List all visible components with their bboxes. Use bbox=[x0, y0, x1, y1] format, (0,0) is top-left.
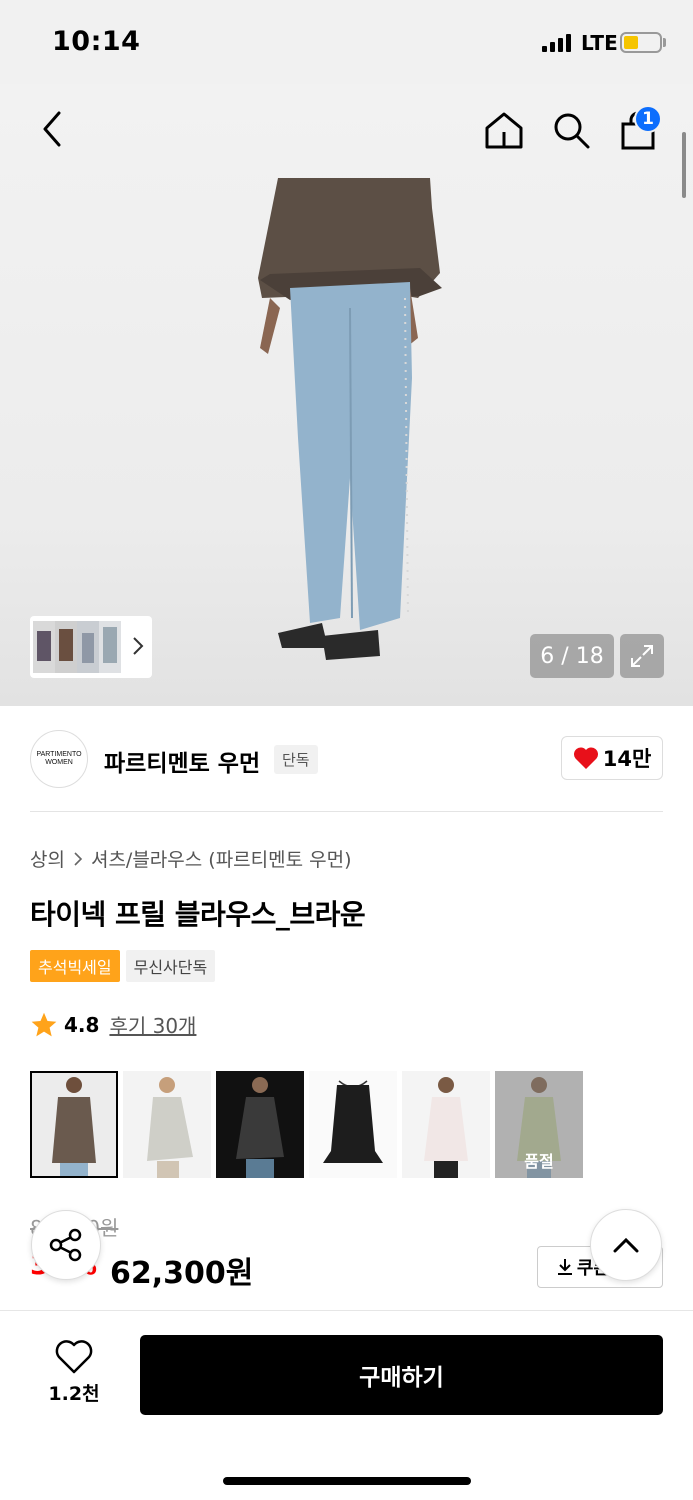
star-icon bbox=[31, 1012, 57, 1036]
brand-name[interactable]: 파르티멘토 우먼 bbox=[104, 744, 260, 778]
breadcrumb[interactable]: 상의 셔츠/블라우스 (파르티멘토 우먼) bbox=[30, 845, 352, 872]
color-options: 품절 bbox=[30, 1071, 583, 1178]
share-button[interactable] bbox=[31, 1210, 101, 1280]
share-icon bbox=[49, 1228, 82, 1262]
color-option[interactable] bbox=[30, 1071, 118, 1178]
mini-thumbnail bbox=[77, 621, 99, 673]
heart-filled-icon bbox=[573, 747, 598, 769]
brand-logo-text: PARTIMENTO bbox=[36, 751, 82, 758]
badge-row: 추석빅세일 무신사단독 bbox=[30, 950, 216, 982]
mini-thumbnail bbox=[99, 621, 121, 673]
gallery-page-counter: 6 / 18 bbox=[530, 634, 614, 678]
home-indicator bbox=[223, 1477, 471, 1485]
brand-logo-text: WOMEN bbox=[45, 759, 73, 766]
mini-thumbnail bbox=[33, 621, 55, 673]
heart-outline-icon bbox=[55, 1340, 93, 1374]
status-bar: 10:14 LTE bbox=[0, 0, 693, 84]
exclusive-badge: 무신사단독 bbox=[125, 950, 216, 982]
battery-tip bbox=[663, 38, 666, 47]
mini-thumbnail bbox=[55, 621, 77, 673]
rating-row[interactable]: 4.8 후기 30개 bbox=[30, 1010, 196, 1039]
search-icon[interactable] bbox=[547, 106, 595, 154]
brand-like-count: 14만 bbox=[602, 747, 652, 771]
network-label: LTE bbox=[581, 31, 618, 55]
breadcrumb-category[interactable]: 상의 bbox=[30, 845, 65, 872]
color-option[interactable] bbox=[402, 1071, 490, 1178]
divider bbox=[30, 811, 663, 812]
review-count-link[interactable]: 후기 30개 bbox=[109, 1010, 196, 1039]
expand-icon[interactable] bbox=[620, 634, 664, 678]
brand-logo[interactable]: PARTIMENTO WOMEN bbox=[30, 730, 88, 788]
color-option[interactable] bbox=[309, 1071, 397, 1178]
sale-badge: 추석빅세일 bbox=[30, 950, 120, 982]
signal-icon bbox=[542, 34, 574, 52]
exclusive-tag: 단독 bbox=[274, 745, 318, 774]
color-option[interactable] bbox=[123, 1071, 211, 1178]
chevron-right-icon bbox=[133, 637, 144, 655]
model-photo bbox=[258, 178, 442, 660]
wishlist-count: 1.2천 bbox=[48, 1383, 100, 1405]
home-icon[interactable] bbox=[480, 106, 528, 154]
chevron-right-icon bbox=[74, 851, 83, 866]
wishlist-button[interactable]: 1.2천 bbox=[36, 1339, 112, 1409]
back-icon[interactable] bbox=[30, 106, 74, 152]
color-option[interactable] bbox=[216, 1071, 304, 1178]
cart-count-badge: 1 bbox=[634, 105, 662, 133]
thumbnail-strip[interactable] bbox=[30, 616, 152, 678]
color-option-soldout[interactable]: 품절 bbox=[495, 1071, 583, 1178]
download-icon bbox=[557, 1259, 572, 1275]
buy-button[interactable]: 구매하기 bbox=[140, 1335, 663, 1415]
brand-like-button[interactable]: 14만 bbox=[561, 736, 663, 780]
scroll-indicator bbox=[682, 132, 686, 198]
battery-icon bbox=[620, 32, 662, 53]
rating-value: 4.8 bbox=[64, 1012, 100, 1037]
product-title: 타이넥 프릴 블라우스_브라운 bbox=[30, 898, 366, 931]
soldout-label: 품절 bbox=[524, 1152, 554, 1171]
breadcrumb-subcategory[interactable]: 셔츠/블라우스 (파르티멘토 우먼) bbox=[91, 845, 352, 872]
sale-price: 62,300원 bbox=[110, 1256, 254, 1291]
product-image-gallery[interactable]: 1 6 / 18 bbox=[0, 84, 693, 706]
scroll-top-button[interactable] bbox=[590, 1209, 662, 1281]
brand-row[interactable]: PARTIMENTO WOMEN 파르티멘토 우먼 단독 14만 bbox=[30, 728, 663, 790]
status-time: 10:14 bbox=[52, 26, 141, 57]
chevron-up-icon bbox=[613, 1237, 639, 1253]
bottom-action-bar: 1.2천 구매하기 bbox=[0, 1310, 693, 1500]
